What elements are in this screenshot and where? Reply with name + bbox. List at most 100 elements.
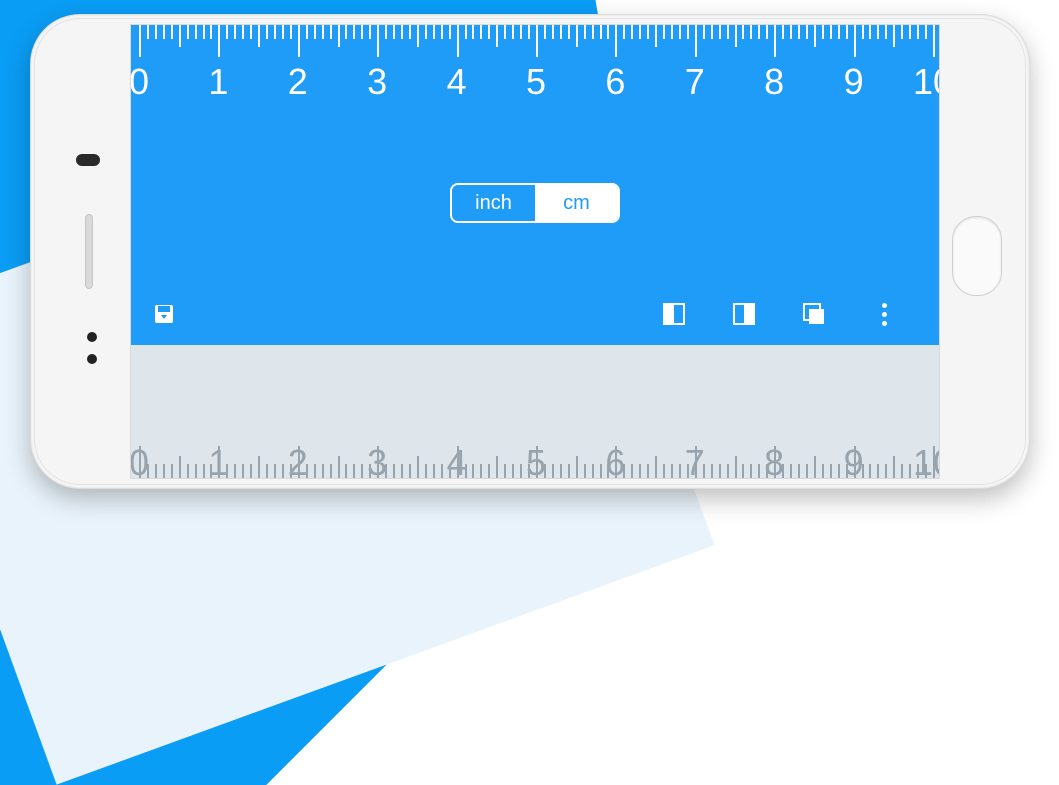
- tick-minor: [187, 25, 189, 39]
- tick-major: [615, 446, 617, 478]
- unit-toggle[interactable]: inch cm: [450, 183, 620, 223]
- tick-mid: [338, 456, 340, 478]
- tick-minor: [798, 25, 800, 39]
- tick-minor: [171, 25, 173, 39]
- toolbar: [131, 301, 939, 327]
- tick-major: [377, 446, 379, 478]
- tick-minor: [250, 464, 252, 478]
- tick-minor: [838, 25, 840, 39]
- tick-minor: [727, 464, 729, 478]
- more-vert-icon[interactable]: [871, 301, 897, 327]
- ruler-number: 8: [764, 61, 784, 103]
- tick-minor: [568, 25, 570, 39]
- tick-minor: [441, 464, 443, 478]
- tick-minor: [385, 464, 387, 478]
- tick-major: [298, 25, 300, 57]
- tick-minor: [671, 25, 673, 39]
- tick-minor: [806, 25, 808, 39]
- tick-mid: [655, 456, 657, 478]
- tick-minor: [504, 25, 506, 39]
- tick-mid: [814, 456, 816, 478]
- ruler-number: 1: [208, 61, 228, 103]
- tick-minor: [330, 25, 332, 39]
- save-icon[interactable]: [151, 301, 177, 327]
- bottom-ticks: [131, 418, 939, 478]
- tick-mid: [655, 25, 657, 47]
- tick-minor: [147, 464, 149, 478]
- ruler-number: 5: [526, 61, 546, 103]
- tick-minor: [703, 25, 705, 39]
- double-square-icon[interactable]: [801, 301, 827, 327]
- unit-cm-button[interactable]: cm: [535, 185, 618, 221]
- tick-minor: [322, 464, 324, 478]
- tick-minor: [266, 25, 268, 39]
- tick-mid: [576, 456, 578, 478]
- tick-minor: [600, 25, 602, 39]
- tick-minor: [742, 464, 744, 478]
- tick-minor: [901, 464, 903, 478]
- tick-minor: [147, 25, 149, 39]
- tick-minor: [647, 464, 649, 478]
- tick-major: [139, 446, 141, 478]
- tick-minor: [742, 25, 744, 39]
- tick-major: [457, 446, 459, 478]
- tick-minor: [345, 25, 347, 39]
- tick-major: [218, 25, 220, 57]
- half-fill-right-icon[interactable]: [731, 301, 757, 327]
- tick-mid: [179, 456, 181, 478]
- tick-minor: [631, 464, 633, 478]
- tick-minor: [584, 25, 586, 39]
- tick-minor: [361, 464, 363, 478]
- tick-minor: [687, 464, 689, 478]
- tick-minor: [846, 464, 848, 478]
- tick-minor: [401, 464, 403, 478]
- tick-minor: [345, 464, 347, 478]
- tick-minor: [782, 464, 784, 478]
- tick-minor: [671, 464, 673, 478]
- tick-minor: [528, 464, 530, 478]
- bottom-ruler[interactable]: 012345678910: [131, 345, 939, 478]
- tick-minor: [750, 25, 752, 39]
- tick-minor: [584, 464, 586, 478]
- tick-major: [774, 25, 776, 57]
- tick-minor: [353, 464, 355, 478]
- home-button[interactable]: [952, 216, 1002, 296]
- tick-minor: [290, 25, 292, 39]
- tick-mid: [258, 25, 260, 47]
- tick-minor: [226, 464, 228, 478]
- tick-minor: [560, 25, 562, 39]
- top-ruler[interactable]: 012345678910 inch cm: [131, 25, 939, 345]
- tick-minor: [600, 464, 602, 478]
- tick-minor: [155, 464, 157, 478]
- tick-minor: [171, 464, 173, 478]
- tick-minor: [488, 464, 490, 478]
- tick-minor: [504, 464, 506, 478]
- tick-mid: [179, 25, 181, 47]
- tick-minor: [623, 25, 625, 39]
- half-fill-left-icon[interactable]: [661, 301, 687, 327]
- tick-minor: [401, 25, 403, 39]
- earpiece-speaker: [85, 214, 93, 289]
- unit-inch-button[interactable]: inch: [452, 185, 535, 221]
- sensor-dot: [87, 354, 97, 364]
- tick-minor: [242, 464, 244, 478]
- tick-minor: [163, 464, 165, 478]
- tick-major: [377, 25, 379, 57]
- tick-minor: [607, 464, 609, 478]
- tick-minor: [631, 25, 633, 39]
- tick-minor: [155, 25, 157, 39]
- tick-minor: [679, 464, 681, 478]
- tick-mid: [496, 456, 498, 478]
- ruler-number: 9: [844, 61, 864, 103]
- tick-minor: [782, 25, 784, 39]
- tick-minor: [512, 464, 514, 478]
- tick-minor: [393, 464, 395, 478]
- tick-mid: [338, 25, 340, 47]
- ruler-number: 10: [913, 61, 940, 103]
- tick-major: [218, 446, 220, 478]
- tick-major: [615, 25, 617, 57]
- tick-minor: [282, 464, 284, 478]
- tick-minor: [806, 464, 808, 478]
- tick-major: [457, 25, 459, 57]
- tick-major: [695, 446, 697, 478]
